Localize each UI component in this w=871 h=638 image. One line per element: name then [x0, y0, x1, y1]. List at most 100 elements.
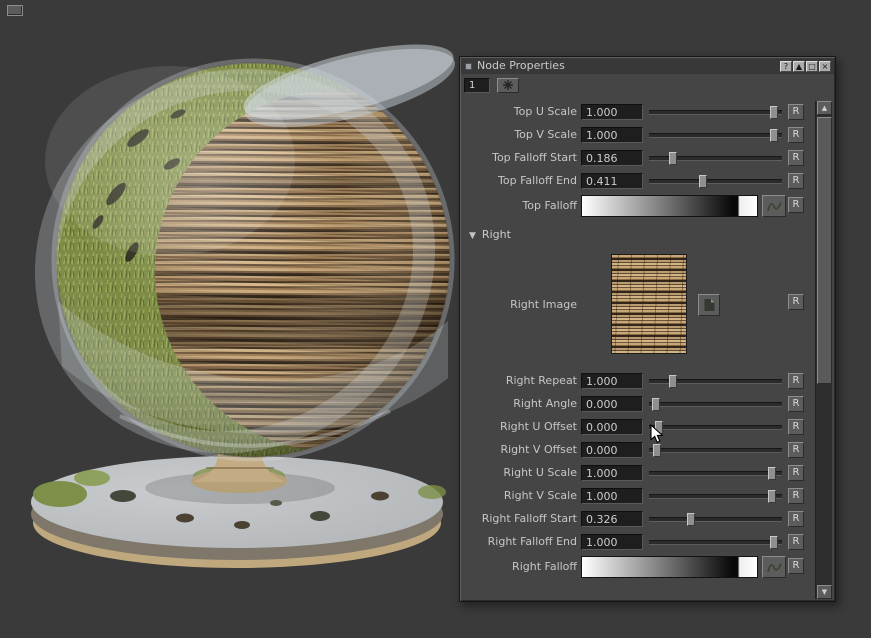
- slider-track-right-v-scale[interactable]: [649, 494, 782, 499]
- value-input-top-u-scale[interactable]: [581, 104, 643, 120]
- param-label: Right Angle: [462, 397, 577, 410]
- value-input-top-v-scale[interactable]: [581, 127, 643, 143]
- scrollbar-thumb[interactable]: [817, 117, 832, 384]
- reset-button[interactable]: R: [788, 373, 804, 389]
- param-label: Right V Scale: [462, 489, 577, 502]
- node-options-button[interactable]: [497, 78, 519, 93]
- desktop: Node Properties ? ▲ □ × Top U ScaleRTop …: [0, 0, 871, 638]
- reset-button[interactable]: R: [788, 294, 804, 310]
- reset-button[interactable]: R: [788, 127, 804, 143]
- scroll-down-icon[interactable]: ▼: [817, 585, 832, 599]
- value-input-right-falloff-end[interactable]: [581, 534, 643, 550]
- reset-button[interactable]: R: [788, 534, 804, 550]
- falloff-gradient-bar[interactable]: [581, 556, 758, 578]
- value-input-right-v-offset[interactable]: [581, 442, 643, 458]
- slider-track-right-u-scale[interactable]: [649, 471, 782, 476]
- slider-handle[interactable]: [768, 490, 776, 503]
- param-row-right-falloff-end: Right Falloff End R: [462, 531, 814, 554]
- value-input-top-falloff-start[interactable]: [581, 150, 643, 166]
- slider-track-right-repeat[interactable]: [649, 379, 782, 384]
- param-label: Right U Offset: [462, 420, 577, 433]
- reset-button[interactable]: R: [788, 173, 804, 189]
- slider-handle[interactable]: [770, 536, 778, 549]
- section-label: Right: [482, 228, 511, 241]
- section-header-right[interactable]: ▼ Right: [462, 228, 814, 244]
- panel-title: Node Properties: [477, 59, 565, 72]
- collapse-triangle-icon: ▼: [469, 231, 476, 241]
- slider-track-top-falloff-start[interactable]: [649, 156, 782, 161]
- reset-button[interactable]: R: [788, 511, 804, 527]
- value-input-right-repeat[interactable]: [581, 373, 643, 389]
- param-label: Top Falloff: [462, 199, 577, 212]
- slider-handle[interactable]: [770, 106, 778, 119]
- slider-handle[interactable]: [669, 152, 677, 165]
- slider-handle[interactable]: [652, 398, 660, 411]
- panel-grip-icon: [465, 63, 472, 70]
- value-input-top-falloff-end[interactable]: [581, 173, 643, 189]
- load-image-button[interactable]: [698, 294, 720, 316]
- slider-track-top-v-scale[interactable]: [649, 133, 782, 138]
- minimize-button[interactable]: ▲: [793, 61, 805, 72]
- slider-track-right-u-offset[interactable]: [649, 425, 782, 430]
- reset-button[interactable]: R: [788, 150, 804, 166]
- param-row-right-u-scale: Right U ScaleR: [462, 462, 814, 485]
- value-input-right-falloff-start[interactable]: [581, 511, 643, 527]
- node-index-input[interactable]: [464, 78, 490, 93]
- param-row-top-falloff-end: Top Falloff End R: [462, 170, 814, 193]
- reset-button[interactable]: R: [788, 488, 804, 504]
- reset-button[interactable]: R: [788, 558, 804, 574]
- slider-handle[interactable]: [768, 467, 776, 480]
- preview-viewport[interactable]: [20, 26, 460, 611]
- falloff-gradient-bar[interactable]: [581, 195, 758, 217]
- help-button[interactable]: ?: [780, 61, 792, 72]
- param-label: Top U Scale: [462, 105, 577, 118]
- slider-track-right-falloff-start[interactable]: [649, 517, 782, 522]
- load-image-icon: [703, 298, 716, 312]
- param-label: Right Falloff End: [462, 535, 577, 548]
- value-input-right-angle[interactable]: [581, 396, 643, 412]
- param-row-right-v-offset: Right V OffsetR: [462, 439, 814, 462]
- param-label: Top V Scale: [462, 128, 577, 141]
- scroll-up-icon[interactable]: ▲: [817, 101, 832, 115]
- window-menu-icon[interactable]: [7, 5, 23, 16]
- slider-handle[interactable]: [699, 175, 707, 188]
- close-button[interactable]: ×: [819, 61, 831, 72]
- value-input-right-u-scale[interactable]: [581, 465, 643, 481]
- reset-button[interactable]: R: [788, 104, 804, 120]
- param-row-right-v-scale: Right V Scale R: [462, 485, 814, 508]
- slider-track-right-falloff-end[interactable]: [649, 540, 782, 545]
- gradient-row-right-falloff: Right FalloffR: [462, 554, 814, 581]
- reset-button[interactable]: R: [788, 419, 804, 435]
- gradient-row-top-falloff: Top Falloff R: [462, 193, 814, 220]
- reset-button[interactable]: R: [788, 197, 804, 213]
- panel-titlebar[interactable]: Node Properties ? ▲ □ ×: [461, 58, 834, 74]
- value-input-right-v-scale[interactable]: [581, 488, 643, 504]
- param-label: Top Falloff End: [462, 174, 577, 187]
- slider-track-right-angle[interactable]: [649, 402, 782, 407]
- material-preview-render: [20, 26, 460, 611]
- param-label: Right Falloff Start: [462, 512, 577, 525]
- param-row-right-falloff-start: Right Falloff Start R: [462, 508, 814, 531]
- slider-track-top-falloff-end[interactable]: [649, 179, 782, 184]
- image-row-right-image: Right ImageR: [462, 250, 814, 358]
- edit-gradient-button[interactable]: [762, 556, 786, 578]
- mouse-cursor: [650, 424, 665, 445]
- slider-track-right-v-offset[interactable]: [649, 448, 782, 453]
- reset-button[interactable]: R: [788, 396, 804, 412]
- right-image-thumbnail[interactable]: [611, 254, 687, 354]
- node-properties-panel: Node Properties ? ▲ □ × Top U ScaleRTop …: [459, 56, 836, 602]
- param-label: Top Falloff Start: [462, 151, 577, 164]
- value-input-right-u-offset[interactable]: [581, 419, 643, 435]
- slider-handle[interactable]: [669, 375, 677, 388]
- edit-gradient-button[interactable]: [762, 195, 786, 217]
- param-row-right-repeat: Right RepeatR: [462, 370, 814, 393]
- reset-button[interactable]: R: [788, 442, 804, 458]
- reset-button[interactable]: R: [788, 465, 804, 481]
- slider-handle[interactable]: [687, 513, 695, 526]
- panel-scrollbar[interactable]: ▲ ▼: [815, 101, 832, 599]
- slider-handle[interactable]: [770, 129, 778, 142]
- slider-track-top-u-scale[interactable]: [649, 110, 782, 115]
- restore-button[interactable]: □: [806, 61, 818, 72]
- slider-handle[interactable]: [653, 444, 661, 457]
- param-row-right-angle: Right Angle R: [462, 393, 814, 416]
